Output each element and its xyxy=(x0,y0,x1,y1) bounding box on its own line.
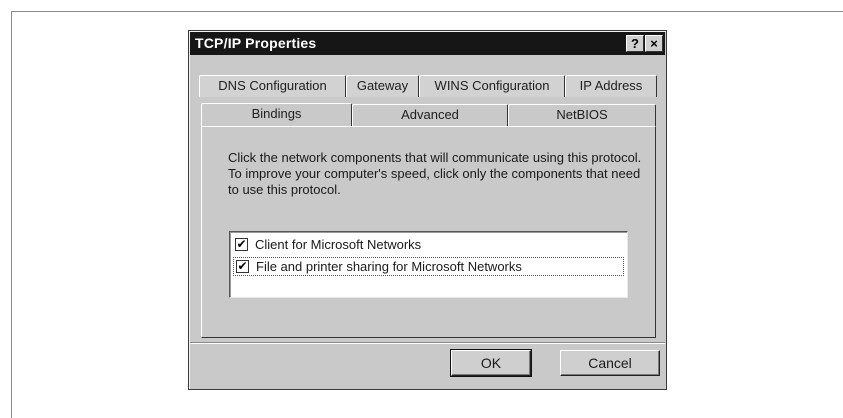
file-sharing-checkbox[interactable]: ✔ xyxy=(236,260,249,273)
bindings-description: Click the network components that will c… xyxy=(228,150,642,197)
button-separator xyxy=(190,342,665,344)
dialog-title: TCP/IP Properties xyxy=(195,35,317,51)
components-listbox[interactable]: ✔ Client for Microsoft Networks ✔ File a… xyxy=(229,231,628,298)
tab-dns-configuration[interactable]: DNS Configuration xyxy=(199,75,346,97)
list-item-client-for-microsoft-networks[interactable]: ✔ Client for Microsoft Networks xyxy=(233,236,624,255)
tab-gateway[interactable]: Gateway xyxy=(346,75,419,97)
list-item-label: Client for Microsoft Networks xyxy=(255,237,422,252)
tab-ip-address[interactable]: IP Address xyxy=(565,75,657,97)
ok-button[interactable]: OK xyxy=(450,349,532,377)
tab-netbios[interactable]: NetBIOS xyxy=(508,104,656,127)
cancel-button[interactable]: Cancel xyxy=(560,350,660,376)
list-item-label: File and printer sharing for Microsoft N… xyxy=(256,259,522,274)
title-bar[interactable]: TCP/IP Properties ? × xyxy=(190,32,665,55)
tab-advanced[interactable]: Advanced xyxy=(352,104,508,127)
help-button[interactable]: ? xyxy=(626,35,644,52)
close-button[interactable]: × xyxy=(645,35,663,52)
list-item-file-and-printer-sharing[interactable]: ✔ File and printer sharing for Microsoft… xyxy=(233,257,624,276)
tab-bindings[interactable]: Bindings xyxy=(201,103,352,126)
tab-wins-configuration[interactable]: WINS Configuration xyxy=(419,75,565,97)
client-checkbox[interactable]: ✔ xyxy=(235,238,248,251)
